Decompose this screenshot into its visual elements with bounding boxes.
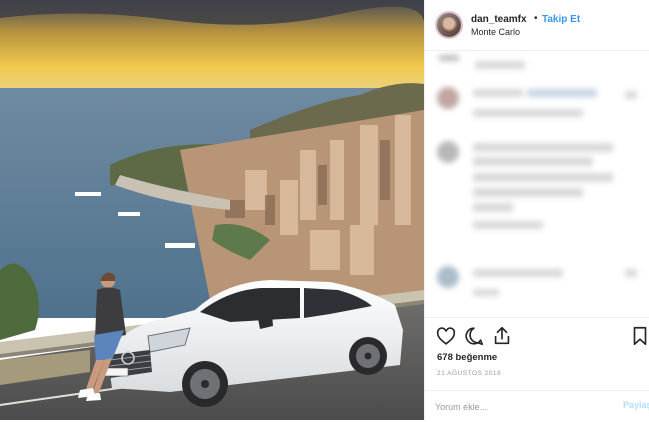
blurred-text	[473, 289, 499, 296]
post-actions: 678 beğenme 21 AĞUSTOS 2018 Paylaş	[425, 317, 649, 421]
avatar[interactable]	[435, 11, 463, 39]
blurred-avatar	[437, 266, 459, 288]
blurred-text	[473, 143, 613, 152]
heart-icon[interactable]	[435, 325, 457, 347]
post-details-panel: dan_teamfx • Takip Et Monte Carlo 678 be…	[424, 0, 649, 420]
post-photo[interactable]	[0, 0, 424, 420]
post-date: 21 AĞUSTOS 2018	[437, 370, 502, 377]
blurred-avatar	[437, 87, 459, 109]
monaco-car-photo	[0, 0, 424, 420]
blurred-text	[473, 188, 583, 197]
blurred-text	[473, 269, 563, 277]
blurred-text	[527, 89, 597, 97]
comment-box: Paylaş	[425, 390, 649, 422]
share-icon[interactable]	[491, 325, 513, 347]
follow-button[interactable]: Takip Et	[542, 14, 580, 25]
comment-input[interactable]	[435, 399, 595, 415]
post-comment-button[interactable]: Paylaş	[623, 400, 649, 410]
location-link[interactable]: Monte Carlo	[471, 27, 520, 37]
blurred-text	[473, 109, 583, 117]
separator-dot: •	[534, 13, 538, 24]
post-header: dan_teamfx • Takip Et Monte Carlo	[425, 0, 649, 51]
blurred-text	[473, 89, 523, 97]
blurred-text	[473, 221, 543, 229]
comment-icon[interactable]	[463, 325, 485, 347]
blurred-text	[473, 173, 613, 182]
blurred-text	[625, 91, 637, 99]
blurred-text	[475, 61, 525, 69]
blurred-text	[473, 203, 513, 212]
username-link[interactable]: dan_teamfx	[471, 14, 527, 25]
comments-list[interactable]	[425, 51, 649, 316]
bookmark-icon[interactable]	[629, 325, 649, 347]
likes-count[interactable]: 678 beğenme	[437, 352, 497, 363]
blurred-text	[625, 269, 637, 277]
blurred-text	[473, 157, 593, 166]
blurred-text	[439, 55, 459, 61]
blurred-avatar	[437, 141, 459, 163]
